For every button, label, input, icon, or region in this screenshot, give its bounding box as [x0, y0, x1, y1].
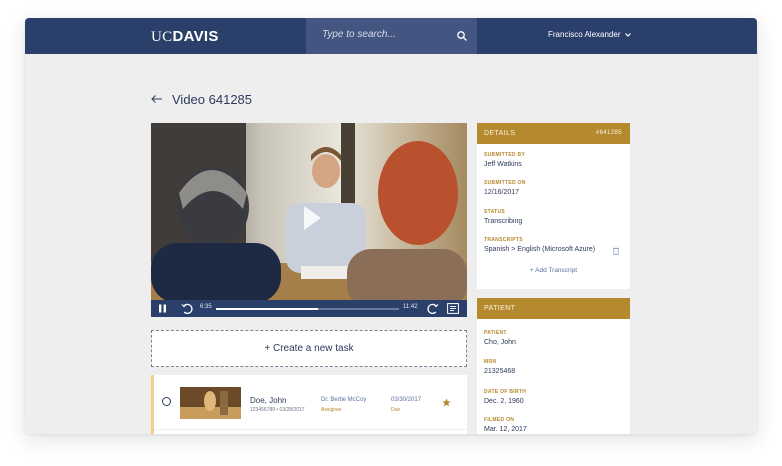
star-icon[interactable]	[442, 398, 451, 407]
patient-panel: PATIENT PATIENT Cho, John MRN 21325468 D…	[477, 298, 630, 434]
status-label: STATUS	[484, 209, 506, 215]
video-controls: 6:35 11:42	[151, 300, 467, 317]
filmed-field: FILMED ON Mar. 12, 2017	[484, 417, 527, 433]
trash-icon[interactable]	[613, 247, 619, 255]
search-icon[interactable]	[456, 30, 468, 42]
mrn-value: 21325468	[484, 368, 516, 375]
uc-davis-logo[interactable]: UCDAVIS	[151, 28, 219, 46]
back-arrow-icon[interactable]	[151, 94, 163, 104]
task-list: Doe, John 123456789 • 03/28/2017 Dr. Ber…	[151, 375, 467, 434]
details-title: DETAILS	[484, 130, 516, 137]
transcripts-field: TRANSCRIPTS Spanish > English (Microsoft…	[484, 237, 595, 253]
mrn-label: MRN	[484, 359, 497, 365]
task-row[interactable]: Doe, John 123456789 • 03/28/2017 Dr. Ber…	[154, 375, 467, 430]
filmed-label: FILMED ON	[484, 417, 515, 423]
add-transcript-link[interactable]: + Add Transcript	[477, 267, 630, 274]
seek-bar[interactable]	[216, 308, 399, 310]
transcripts-label: TRANSCRIPTS	[484, 237, 523, 243]
thumbnail-image	[180, 387, 241, 419]
fast-forward-icon[interactable]	[426, 302, 440, 315]
seek-bar-progress	[216, 308, 319, 310]
submitted-by-field: SUBMITTED BY Jeff Watkins	[484, 152, 525, 168]
submitted-on-value: 12/16/2017	[484, 189, 520, 196]
details-panel: DETAILS #641285 SUBMITTED BY Jeff Watkin…	[477, 123, 630, 289]
task-thumbnail[interactable]	[180, 387, 241, 419]
patient-name-field: PATIENT Cho, John	[484, 330, 516, 346]
submitted-by-label: SUBMITTED BY	[484, 152, 526, 158]
patient-name-label: PATIENT	[484, 330, 507, 336]
filmed-value: Mar. 12, 2017	[484, 426, 527, 433]
pause-icon[interactable]	[158, 304, 167, 313]
task-select-radio[interactable]	[162, 397, 171, 406]
logo-uc: UC	[151, 29, 173, 45]
logo-davis: DAVIS	[172, 28, 219, 45]
top-nav: UCDAVIS Type to search... Francisco Alex…	[25, 18, 757, 54]
task-meta: 123456789 • 03/28/2017	[250, 407, 305, 413]
video-player[interactable]: 6:35 11:42	[151, 123, 467, 317]
patient-header: PATIENT	[477, 298, 630, 319]
search-input[interactable]: Type to search...	[322, 29, 396, 40]
video-frame	[151, 123, 467, 317]
page-title: Video 641285	[172, 92, 253, 107]
submitted-on-field: SUBMITTED ON 12/16/2017	[484, 180, 526, 196]
create-task-label: + Create a new task	[264, 343, 354, 354]
mrn-field: MRN 21325468	[484, 359, 515, 375]
transcript-icon[interactable]	[447, 303, 459, 314]
video-id: #641285	[595, 130, 622, 136]
dob-label: DATE OF BIRTH	[484, 389, 527, 395]
status-field: STATUS Transcribing	[484, 209, 522, 225]
chevron-down-icon[interactable]	[624, 31, 632, 39]
current-time: 6:35	[200, 304, 212, 310]
user-menu[interactable]: Francisco Alexander	[548, 30, 620, 39]
duration: 11:42	[403, 304, 418, 310]
task-assignee-name[interactable]: Dr. Bertie McCoy	[321, 397, 366, 403]
search-box[interactable]: Type to search...	[306, 18, 477, 54]
dob-field: DATE OF BIRTH Dec. 2, 1960	[484, 389, 526, 405]
patient-title: PATIENT	[484, 305, 516, 312]
app-window: UCDAVIS Type to search... Francisco Alex…	[25, 18, 757, 434]
status-value: Transcribing	[484, 218, 523, 225]
dob-value: Dec. 2, 1960	[484, 398, 524, 405]
patient-name-value: Cho, John	[484, 339, 516, 346]
submitted-by-value: Jeff Watkins	[484, 161, 522, 168]
task-due-date: 03/30/2017	[391, 397, 422, 403]
task-assignee-role: Assignee	[321, 407, 342, 413]
task-status: Due	[391, 407, 401, 413]
submitted-on-label: SUBMITTED ON	[484, 180, 526, 186]
create-task-button[interactable]: + Create a new task	[151, 330, 467, 367]
details-header: DETAILS #641285	[477, 123, 630, 144]
task-patient-name: Doe, John	[250, 396, 287, 405]
transcript-link[interactable]: Spanish > English (Microsoft Azure)	[484, 246, 595, 253]
rewind-icon[interactable]	[180, 302, 194, 315]
